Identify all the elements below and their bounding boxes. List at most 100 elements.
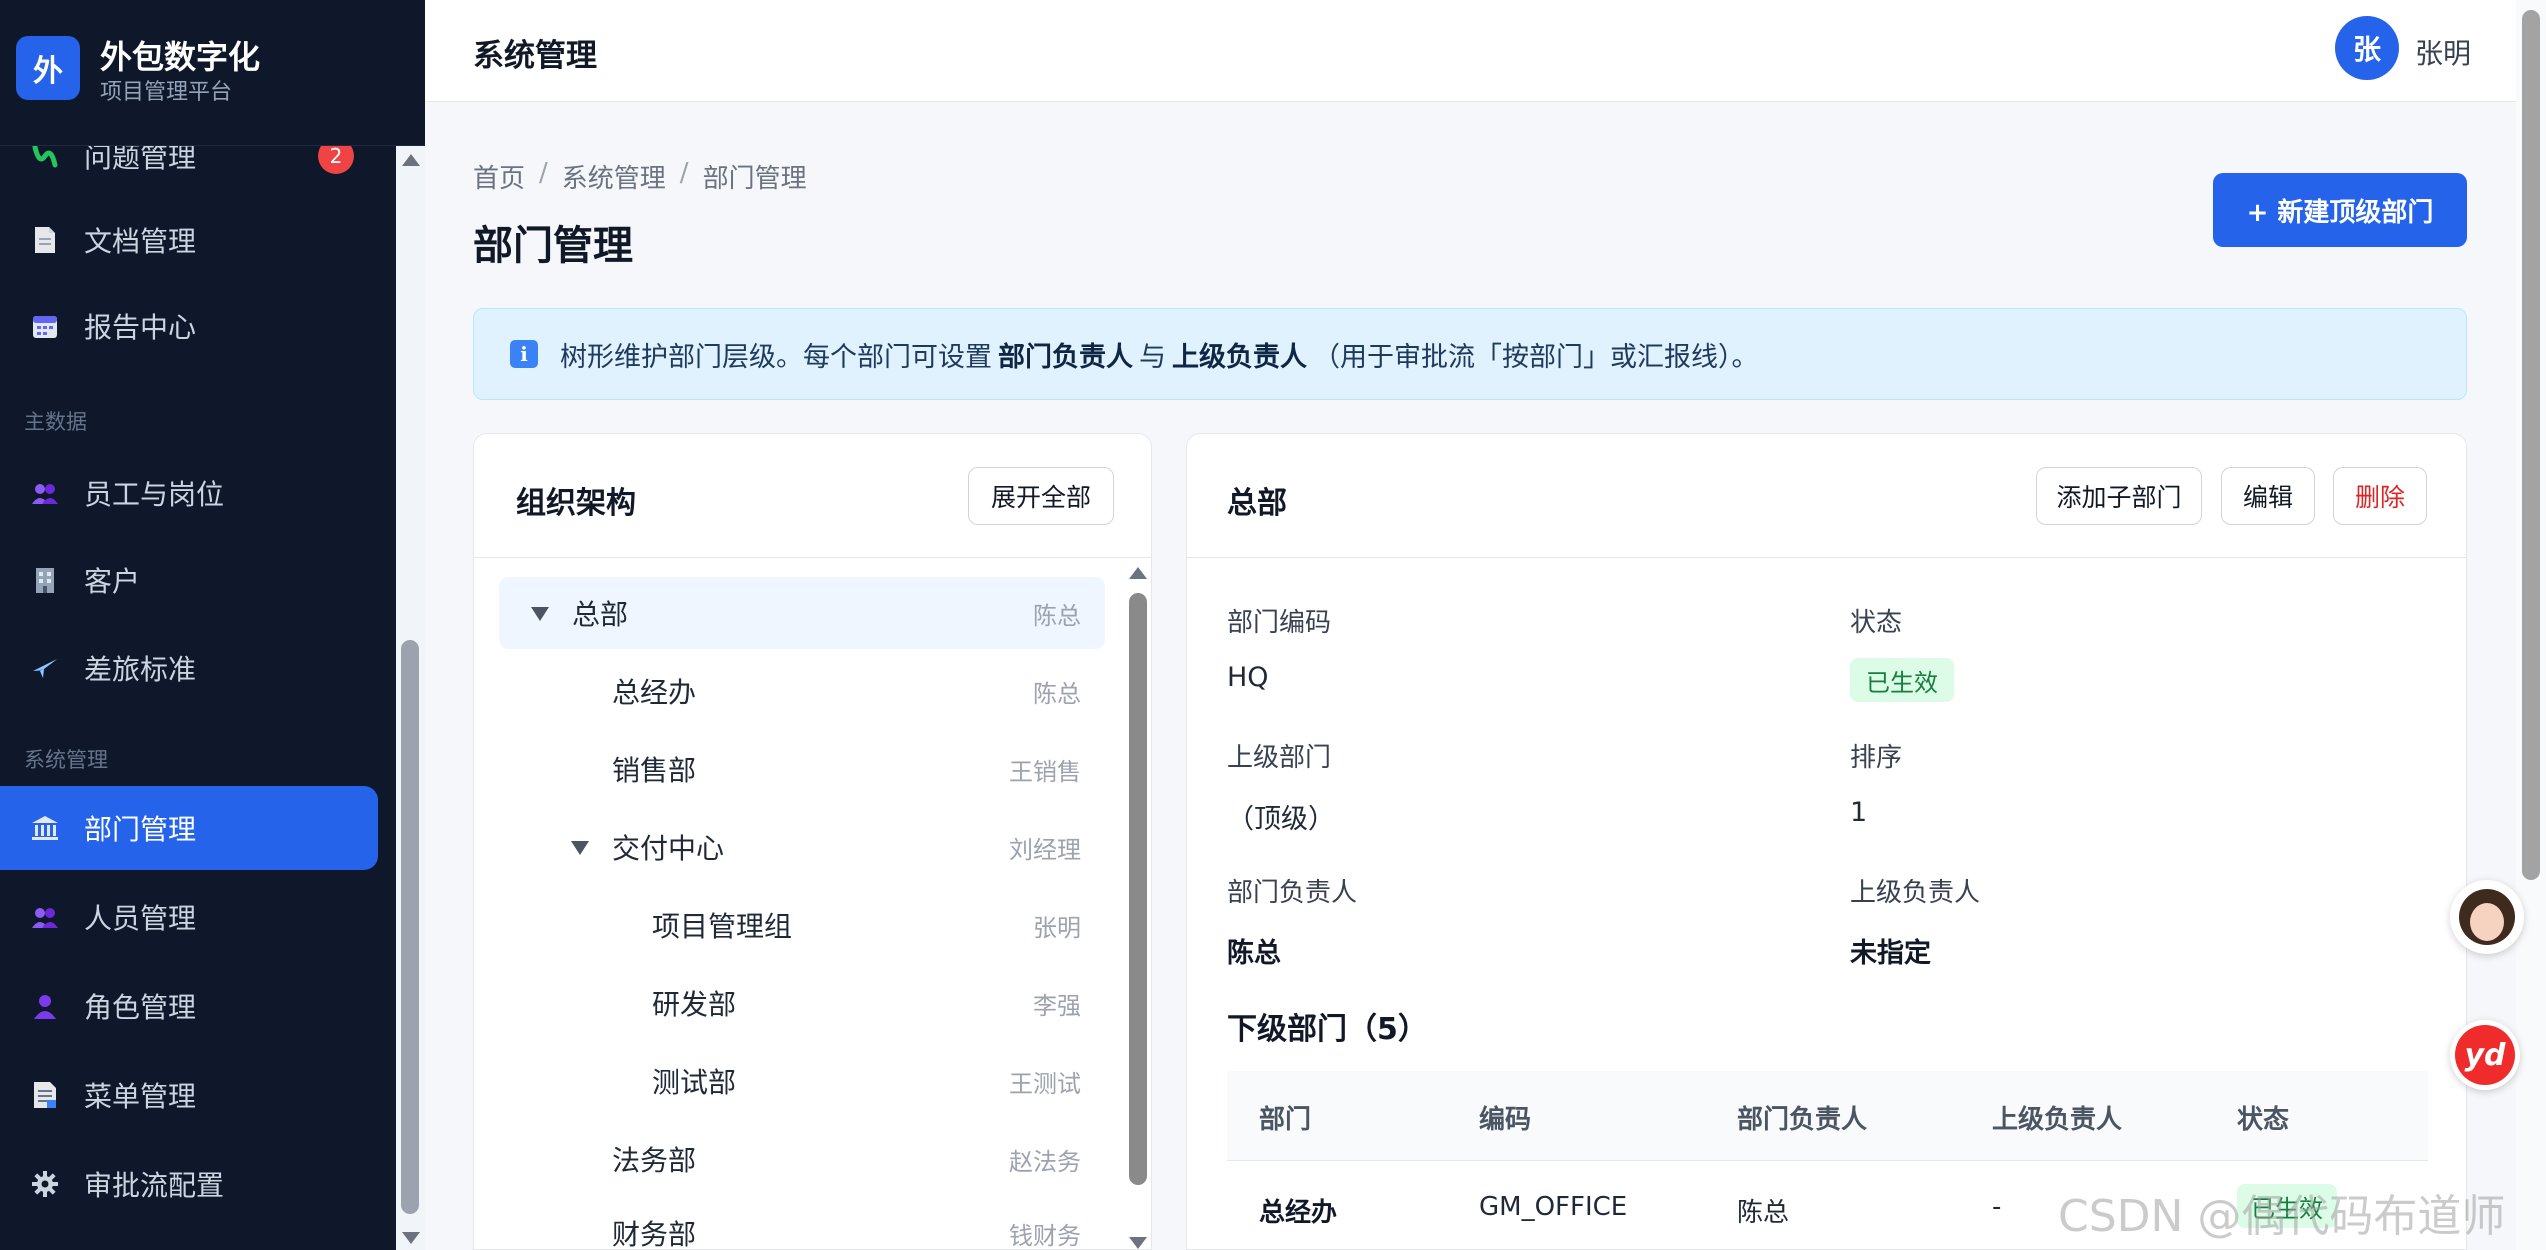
- topbar-title: 系统管理: [473, 38, 597, 74]
- tree-node-name: 销售部: [612, 754, 697, 787]
- tree-node[interactable]: 研发部 李强: [499, 967, 1105, 1039]
- sidebar-item-reports[interactable]: 报告中心: [0, 284, 378, 368]
- tree-node[interactable]: 项目管理组 张明: [499, 889, 1105, 961]
- brand-subtitle: 项目管理平台: [100, 80, 233, 105]
- tree-node-hq[interactable]: 总部 陈总: [499, 577, 1105, 649]
- sidebar: 外 外包数字化 项目管理平台 问题管理 2 文档管理 报告中心 主数据 员工与岗…: [0, 0, 425, 1250]
- page-title: 部门管理: [473, 223, 633, 269]
- org-tree-title: 组织架构: [516, 486, 636, 521]
- scrollbar-thumb[interactable]: [1129, 593, 1147, 1185]
- tree-node-lead: 李强: [1033, 991, 1081, 1020]
- superior-label: 上级负责人: [1850, 878, 1981, 908]
- table-cell-code: GM_OFFICE: [1479, 1192, 1628, 1222]
- sidebar-item-approval-flow[interactable]: 审批流配置: [0, 1142, 378, 1226]
- tree-node-lead: 张明: [1033, 913, 1081, 942]
- org-tree-card: 组织架构 展开全部 总部 陈总 总经办 陈总 销售部 王销售 交付中心 刘经理 …: [473, 433, 1152, 1250]
- department-detail-card: 总部 添加子部门 编辑 删除 部门编码 HQ 状态 已生效 上级部门 （顶级） …: [1186, 433, 2467, 1250]
- scrollbar-thumb[interactable]: [2522, 10, 2540, 880]
- info-banner: i 树形维护部门层级。每个部门可设置 部门负责人 与 上级负责人 （用于审批流「…: [473, 308, 2467, 400]
- tree-node-lead: 陈总: [1033, 601, 1081, 630]
- breadcrumb-system[interactable]: 系统管理: [562, 158, 666, 195]
- sidebar-item-documents[interactable]: 文档管理: [0, 198, 378, 282]
- sidebar-item-label: 报告中心: [84, 311, 197, 344]
- sidebar-item-label: 员工与岗位: [84, 478, 225, 511]
- calendar-report-icon: [28, 309, 62, 343]
- tree-node[interactable]: 法务部 赵法务: [499, 1123, 1105, 1195]
- issue-count-badge: 2: [318, 146, 354, 174]
- tree-node[interactable]: 总经办 陈总: [499, 655, 1105, 727]
- sidebar-item-roles[interactable]: 角色管理: [0, 964, 378, 1048]
- sidebar-item-personnel[interactable]: 人员管理: [0, 875, 378, 959]
- column-header: 编码: [1479, 1105, 1532, 1135]
- breadcrumb-current: 部门管理: [702, 164, 807, 194]
- nav-group-master-data: 主数据: [24, 410, 87, 434]
- gear-icon: [28, 1167, 62, 1201]
- people-icon: [28, 900, 62, 934]
- info-text-3: （用于审批流「按部门」或汇报线）。: [1313, 341, 1759, 373]
- status-label: 状态: [1850, 608, 1903, 638]
- nav-group-system: 系统管理: [24, 748, 108, 772]
- sidebar-item-menus[interactable]: 菜单管理: [0, 1053, 378, 1137]
- order-value: 1: [1850, 797, 1868, 828]
- sidebar-item-travel[interactable]: 差旅标准: [0, 626, 378, 710]
- sidebar-item-departments[interactable]: 部门管理: [0, 786, 378, 870]
- scrollbar-thumb[interactable]: [401, 640, 419, 1214]
- watermark: CSDN @偶代码布道师: [2058, 1191, 2506, 1242]
- column-header: 状态: [2237, 1105, 2290, 1135]
- sidebar-item-employees[interactable]: 员工与岗位: [0, 451, 378, 535]
- tree-node[interactable]: 交付中心 刘经理: [499, 811, 1105, 883]
- expand-all-button[interactable]: 展开全部: [968, 467, 1114, 525]
- tree-scrollbar[interactable]: [1125, 567, 1151, 1249]
- tree-node-lead: 王销售: [1009, 757, 1081, 786]
- sidebar-item-label: 审批流配置: [84, 1169, 225, 1202]
- yd-logo-icon: yd: [2455, 1025, 2515, 1085]
- tree-node-lead: 陈总: [1033, 679, 1081, 708]
- sidebar-nav: 问题管理 2 文档管理 报告中心 主数据 员工与岗位 客户 差旅标准 系统管理 …: [0, 146, 395, 1250]
- top-bar: 系统管理 张 张明: [425, 0, 2516, 102]
- collapse-triangle-icon[interactable]: [571, 841, 589, 855]
- new-top-department-button[interactable]: + 新建顶级部门: [2213, 173, 2467, 247]
- info-icon: i: [510, 340, 538, 368]
- tree-node[interactable]: 财务部 钱财务: [499, 1197, 1105, 1250]
- scroll-down-arrow-icon[interactable]: [1129, 1237, 1147, 1249]
- table-header: 部门 编码 部门负责人 上级负责人 状态: [1227, 1071, 2428, 1161]
- info-text-1: 树形维护部门层级。每个部门可设置: [560, 341, 992, 373]
- lead-label: 部门负责人: [1227, 878, 1358, 908]
- column-header: 上级负责人: [1992, 1105, 2123, 1135]
- status-badge: 已生效: [1850, 658, 1954, 702]
- scroll-up-arrow-icon[interactable]: [1129, 567, 1147, 579]
- tree-node[interactable]: 销售部 王销售: [499, 733, 1105, 805]
- tree-node-lead: 赵法务: [1009, 1147, 1081, 1176]
- superior-value: 未指定: [1850, 938, 1931, 969]
- tree-node-lead: 钱财务: [1009, 1221, 1081, 1250]
- yd-plugin-button[interactable]: yd: [2450, 1020, 2520, 1090]
- collapse-triangle-icon[interactable]: [531, 607, 549, 621]
- tree-node-name: 财务部: [612, 1218, 697, 1250]
- breadcrumb-separator: /: [539, 158, 548, 188]
- sidebar-item-issues[interactable]: 问题管理 2: [0, 146, 378, 198]
- delete-button[interactable]: 删除: [2333, 467, 2427, 525]
- sidebar-item-label: 文档管理: [84, 225, 197, 258]
- breadcrumb-home[interactable]: 首页: [473, 158, 525, 195]
- page-scrollbar[interactable]: [2516, 0, 2546, 1250]
- sidebar-item-customers[interactable]: 客户: [0, 538, 378, 622]
- add-child-department-button[interactable]: 添加子部门: [2036, 467, 2202, 525]
- sidebar-scrollbar[interactable]: [396, 146, 425, 1250]
- edit-button[interactable]: 编辑: [2221, 467, 2315, 525]
- scroll-up-arrow-icon[interactable]: [402, 154, 420, 166]
- scroll-down-arrow-icon[interactable]: [402, 1232, 420, 1244]
- sidebar-item-label: 部门管理: [84, 813, 197, 846]
- tree-node-name: 项目管理组: [652, 910, 793, 943]
- table-cell-superior: -: [1992, 1192, 2002, 1222]
- column-header: 部门: [1259, 1105, 1312, 1135]
- tree-node[interactable]: 测试部 王测试: [499, 1045, 1105, 1117]
- info-bold-dept-lead: 部门负责人: [998, 341, 1133, 373]
- assistant-avatar-button[interactable]: [2450, 880, 2524, 954]
- breadcrumb: 首页 / 系统管理 / 部门管理: [473, 158, 807, 195]
- brand-logo: 外: [16, 36, 80, 100]
- person-icon: [28, 989, 62, 1023]
- username[interactable]: 张明: [2415, 32, 2471, 72]
- children-title: 下级部门（5）: [1227, 1012, 1428, 1047]
- avatar[interactable]: 张: [2335, 16, 2399, 80]
- tree-node-name: 总经办: [612, 676, 697, 709]
